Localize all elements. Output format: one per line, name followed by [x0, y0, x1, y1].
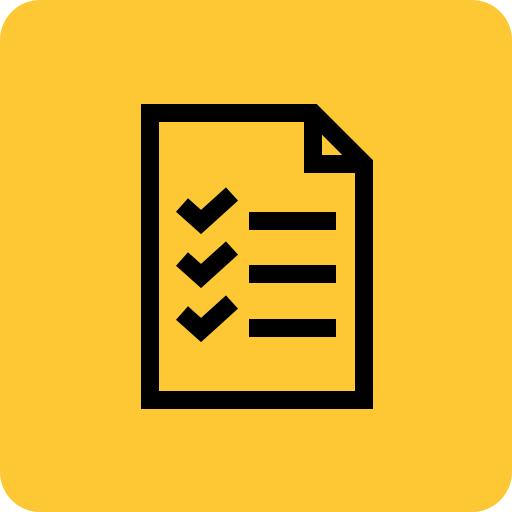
checkmark-2-icon: [175, 241, 239, 289]
list-line-2: [249, 265, 336, 283]
list-line-3: [249, 319, 336, 337]
checkmark-1-icon: [175, 187, 239, 235]
checkmark-3-icon: [175, 295, 239, 343]
checklist-document-icon: [141, 104, 373, 409]
app-icon-tile[interactable]: [0, 0, 512, 512]
list-line-1: [249, 212, 336, 230]
